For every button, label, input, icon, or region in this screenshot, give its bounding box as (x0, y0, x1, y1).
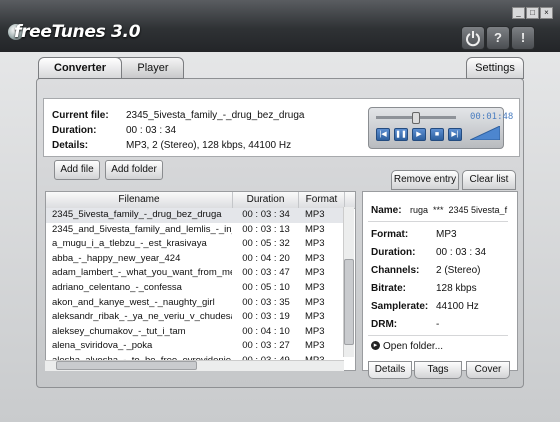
tab-tags[interactable]: Tags (414, 361, 462, 379)
divider (368, 221, 508, 222)
channels-label: Channels: (371, 265, 420, 276)
cell-format: MP3 (305, 209, 325, 220)
cell-filename: adam_lambert_-_what_you_want_from_me (52, 267, 232, 279)
play-icon[interactable]: ▶ (412, 128, 426, 141)
tab-cover[interactable]: Cover (466, 361, 510, 379)
table-row[interactable]: aleksandr_ribak_-_ya_ne_veriu_v_chudesa_… (46, 310, 346, 325)
cell-format: MP3 (305, 340, 325, 352)
previous-icon[interactable]: |◀ (376, 128, 390, 141)
duration-label: Duration: (52, 125, 97, 136)
format-value: MP3 (436, 229, 457, 240)
cell-duration: 00 : 05 : 10 (242, 282, 290, 293)
horizontal-scroll-thumb[interactable] (56, 361, 197, 370)
cell-format: MP3 (305, 267, 325, 279)
cell-duration: 00 : 05 : 32 (242, 238, 290, 250)
table-row[interactable]: 2345_and_5ivesta_family_and_lemlis_-_in_… (46, 223, 346, 238)
cell-filename: alena_sviridova_-_poka (52, 340, 153, 352)
cell-duration: 00 : 04 : 20 (242, 252, 290, 264)
current-file-label: Current file: (52, 110, 109, 121)
cell-duration: 00 : 03 : 13 (242, 223, 290, 235)
clear-list-button[interactable]: Clear list (462, 170, 516, 190)
cell-duration: 00 : 03 : 35 (242, 296, 290, 308)
drm-value: - (436, 319, 440, 330)
table-row[interactable]: 2345_5ivesta_family_-_drug_bez_druga 00 :… (46, 208, 346, 223)
app-window: freeTunes 3.0 _ □ × ? ! Player Converter… (0, 0, 560, 422)
vertical-scroll-thumb[interactable] (344, 259, 354, 345)
cell-filename: a_mugu_i_a_tlebzu_-_est_krasivaya (52, 238, 207, 250)
cell-format: MP3 (305, 238, 325, 250)
cell-format: MP3 (305, 223, 325, 235)
cell-duration: 00 : 03 : 47 (242, 267, 290, 279)
cell-filename: abba_-_happy_new_year_424 (52, 252, 181, 264)
volume-slider[interactable] (470, 126, 500, 140)
table-row[interactable]: adam_lambert_-_what_you_want_from_me 00 :… (46, 266, 346, 281)
channels-value: 2 (Stereo) (436, 265, 481, 276)
add-file-button[interactable]: Add file (54, 160, 100, 180)
cell-format: MP3 (305, 311, 325, 323)
column-filename[interactable]: Filename (46, 192, 233, 208)
current-file-value: 2345_5ivesta_family_-_drug_bez_druga (126, 110, 305, 121)
table-header: Filename Duration Format (46, 192, 355, 209)
tab-details[interactable]: Details (368, 361, 412, 379)
details-label: Details: (52, 140, 89, 151)
table-row[interactable]: aleksey_chumakov_-_tut_i_tam 00 : 04 : 10… (46, 325, 346, 340)
cell-format: MP3 (305, 296, 325, 308)
arrow-right-icon: ▸ (371, 341, 380, 350)
tab-converter[interactable]: Converter (38, 57, 122, 79)
seek-handle[interactable] (412, 112, 420, 124)
power-glyph (466, 31, 480, 47)
cell-format: MP3 (305, 325, 325, 337)
cell-filename: 2345_and_5ivesta_family_and_lemlis_-_in_… (52, 223, 232, 235)
name-value: ruga *** 2345 5ivesta_f (410, 205, 508, 215)
cell-duration: 00 : 03 : 27 (242, 340, 290, 352)
cell-format: MP3 (305, 282, 325, 293)
next-icon[interactable]: ▶| (448, 128, 462, 141)
close-button[interactable]: × (540, 7, 553, 19)
cell-duration: 00 : 03 : 19 (242, 311, 290, 323)
power-icon[interactable] (461, 26, 485, 50)
remove-entry-button[interactable]: Remove entry (391, 170, 459, 190)
details-value: MP3, 2 (Stereo), 128 kbps, 44100 Hz (126, 140, 292, 151)
maximize-button[interactable]: □ (526, 7, 539, 19)
help-icon[interactable]: ? (486, 26, 510, 50)
samplerate-label: Samplerate: (371, 301, 429, 312)
cell-filename: adriano_celentano_-_confessa (52, 282, 182, 293)
minimize-button[interactable]: _ (512, 7, 525, 19)
drm-label: DRM: (371, 319, 398, 330)
cell-duration: 00 : 04 : 10 (242, 325, 290, 337)
cell-format: MP3 (305, 252, 325, 264)
samplerate-value: 44100 Hz (436, 301, 479, 312)
duration-detail-label: Duration: (371, 247, 416, 258)
cell-filename: aleksandr_ribak_-_ya_ne_veriu_v_chudesa_… (52, 311, 232, 323)
table-row[interactable]: abba_-_happy_new_year_424 00 : 04 : 20 MP3 (46, 252, 346, 267)
tab-player-label: Player (137, 62, 169, 74)
table-row[interactable]: akon_and_kanye_west_-_naughty_girl 00 : 0… (46, 296, 346, 311)
cell-filename: akon_and_kanye_west_-_naughty_girl (52, 296, 215, 308)
duration-value: 00 : 03 : 34 (126, 125, 177, 136)
open-folder-link[interactable]: Open folder... (383, 341, 443, 352)
divider (368, 335, 508, 336)
add-folder-button[interactable]: Add folder (105, 160, 163, 180)
column-duration[interactable]: Duration (233, 192, 299, 208)
table-row[interactable]: adriano_celentano_-_confessa 00 : 05 : 10… (46, 281, 346, 296)
tab-settings[interactable]: Settings (466, 57, 524, 79)
table-row[interactable]: alena_sviridova_-_poka 00 : 03 : 27 MP3 (46, 339, 346, 354)
cell-filename: 2345_5ivesta_family_-_drug_bez_druga (52, 209, 222, 220)
cell-duration: 00 : 03 : 34 (242, 209, 290, 220)
duration-detail-value: 00 : 03 : 34 (436, 247, 487, 258)
stop-icon[interactable]: ■ (430, 128, 444, 141)
pause-icon[interactable]: ❚❚ (394, 128, 408, 141)
app-logo: freeTunes 3.0 (14, 22, 141, 42)
format-label: Format: (371, 229, 409, 240)
name-label: Name: (371, 205, 402, 216)
info-icon[interactable]: ! (511, 26, 535, 50)
cell-filename: aleksey_chumakov_-_tut_i_tam (52, 325, 186, 337)
file-table: Filename Duration Format 2345_5ivesta_fa… (45, 191, 356, 371)
column-format[interactable]: Format (299, 192, 345, 208)
table-row[interactable]: a_mugu_i_a_tlebzu_-_est_krasivaya 00 : 05… (46, 237, 346, 252)
player-time: 00:01:48 (470, 112, 514, 122)
bitrate-label: Bitrate: (371, 283, 407, 294)
bitrate-value: 128 kbps (436, 283, 477, 294)
